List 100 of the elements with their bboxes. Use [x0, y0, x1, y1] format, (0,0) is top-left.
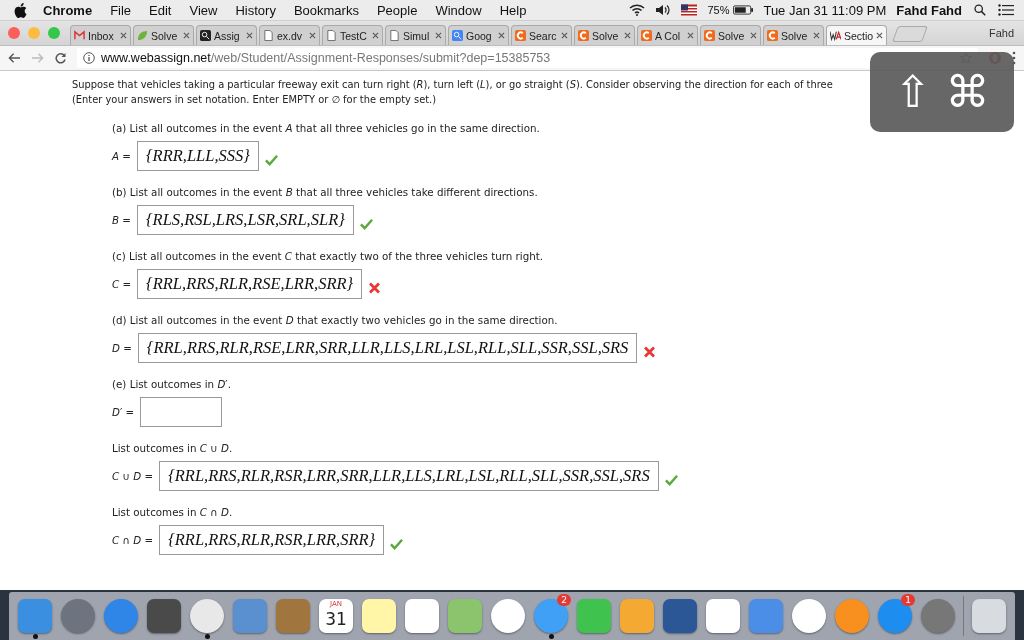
back-icon[interactable] [8, 52, 21, 64]
menu-item[interactable]: Bookmarks [293, 2, 359, 18]
reload-icon[interactable] [54, 52, 67, 64]
answer-label: C ∩ D = [112, 534, 154, 546]
part-prompt: (d) List all outcomes in the event D that exactly two vehicles go in the same direction. [112, 314, 559, 326]
app-icon[interactable] [706, 599, 740, 633]
part-prompt: (e) List outcomes in D′. [112, 378, 232, 390]
magnifier-icon [452, 30, 463, 41]
info-icon [83, 52, 95, 64]
answer-label: C ∪ D = [112, 470, 154, 482]
close-tab-icon[interactable] [120, 32, 127, 39]
document-icon [263, 30, 274, 41]
close-tab-icon[interactable] [876, 32, 884, 39]
zoom-window-button[interactable] [48, 27, 60, 39]
answer-field[interactable]: {RRL,RRS,RLR,RSE,LRR,SRR} [137, 269, 363, 299]
forward-icon[interactable] [31, 52, 44, 64]
close-tab-icon[interactable] [309, 32, 316, 39]
app-icon[interactable] [190, 599, 224, 633]
profile-name[interactable]: Fahd [988, 27, 1014, 39]
browser-tab[interactable]: Solve [763, 25, 824, 45]
apple-icon[interactable] [14, 2, 27, 18]
menu-item[interactable]: Help [499, 2, 527, 18]
new-tab-button[interactable] [892, 26, 928, 42]
question-text: Suppose that vehicles taking a particular freeway exit can turn right (R), turn left (L), or go straight (S). Consider observing the direction for each of three [72, 78, 834, 92]
browser-tab[interactable]: A Col [637, 25, 698, 45]
browser-tab[interactable]: Simul [385, 25, 446, 45]
notification-badge: 2 [557, 594, 571, 606]
wa-logo-icon [830, 30, 841, 41]
part-prompt: List outcomes in C ∩ D. [112, 506, 234, 518]
battery-percent: 75% [707, 4, 730, 16]
answer-field[interactable]: {RRL,RRS,RLR,RSR,LRR,SRR} [159, 525, 385, 555]
wifi-icon[interactable] [629, 4, 646, 16]
close-tab-icon[interactable] [687, 32, 694, 39]
app-icon[interactable] [104, 599, 138, 633]
app-icon[interactable] [147, 599, 181, 633]
close-tab-icon[interactable] [561, 32, 568, 39]
app-icon[interactable] [792, 599, 826, 633]
volume-icon[interactable] [655, 4, 672, 16]
browser-tab[interactable]: Inbox [70, 25, 131, 45]
answer-label: D′ = [112, 406, 135, 418]
leaf-icon [137, 30, 148, 41]
menu-item[interactable]: History [235, 2, 276, 18]
answer-label: A = [112, 150, 131, 162]
calendar-day: 31 [325, 609, 347, 629]
answer-field[interactable]: {RLS,RSL,LRS,LSR,SRL,SLR} [137, 205, 354, 235]
close-tab-icon[interactable] [183, 32, 190, 39]
answer-field[interactable]: {RRR,LLL,SSS} [136, 141, 259, 171]
app-icon[interactable] [972, 599, 1006, 633]
flag-icon[interactable] [681, 4, 698, 16]
search-icon[interactable] [972, 4, 988, 16]
battery-icon[interactable] [733, 5, 754, 15]
browser-tab[interactable]: Solve [133, 25, 194, 45]
answer-field[interactable]: {RRL,RRS,RLR,RSE,LRR,SRR,LLR,LLS,LRL,LSL,RLL,SLL,SSR,SSL,SRS [137, 333, 638, 363]
part-prompt: (b) List all outcomes in the event B that all three vehicles take different directions. [112, 186, 539, 198]
browser-tab[interactable]: ex.dv [259, 25, 320, 45]
shortcut-key: ⌘ [945, 70, 990, 114]
close-window-button[interactable] [8, 27, 20, 39]
menu-item[interactable]: View [189, 2, 218, 18]
close-tab-icon[interactable] [624, 32, 631, 39]
answer-label: B = [112, 214, 131, 226]
document-icon [326, 30, 337, 41]
app-icon[interactable] [835, 599, 869, 633]
browser-tab[interactable]: Solve [700, 25, 761, 45]
menu-item[interactable]: File [110, 2, 132, 18]
address-field[interactable]: www.webassign.net/web/Student/Assignment-Responses/submit?dep=15385753 [77, 48, 978, 68]
answer-field[interactable] [140, 397, 223, 427]
browser-tab[interactable]: Goog [448, 25, 509, 45]
close-tab-icon[interactable] [372, 32, 379, 39]
close-tab-icon[interactable] [813, 32, 820, 39]
close-tab-icon[interactable] [246, 32, 253, 39]
app-icon[interactable] [362, 599, 396, 633]
browser-tab[interactable]: Sectio [826, 25, 887, 45]
list-icon[interactable] [998, 4, 1014, 16]
shortcut-key: ⇧ [894, 70, 932, 114]
answer-label: C = [112, 278, 132, 290]
envelope-icon [74, 30, 85, 41]
question-text: (Enter your answers in set notation. Enter EMPTY or ∅ for the empty set.) [72, 93, 438, 107]
user-name[interactable]: Fahd Fahd [896, 2, 962, 18]
part-prompt: (a) List all outcomes in the event A that all three vehicles go in the same direction. [112, 122, 541, 134]
answer-field[interactable]: {RRL,RRS,RLR,RSR,LRR,SRR,LLR,LLS,LRL,LSL,RLL,SLL,SSR,SSL,SRS [159, 461, 659, 491]
menu-item[interactable]: Window [435, 2, 482, 18]
app-icon[interactable] [405, 599, 439, 633]
browser-tab[interactable]: TestC [322, 25, 383, 45]
menu-item[interactable]: Edit [149, 2, 172, 18]
app-icon[interactable] [491, 599, 525, 633]
app-icon[interactable] [921, 599, 955, 633]
close-tab-icon[interactable] [435, 32, 442, 39]
menu-app-name[interactable]: Chrome [43, 2, 93, 18]
part-prompt: List outcomes in C ∪ D. [112, 442, 234, 454]
notification-badge: 1 [901, 594, 915, 606]
app-icon[interactable] [61, 599, 95, 633]
close-tab-icon[interactable] [750, 32, 757, 39]
close-tab-icon[interactable] [498, 32, 505, 39]
browser-tab[interactable]: Assig [196, 25, 257, 45]
document-icon [389, 30, 400, 41]
browser-tab[interactable]: Solve [574, 25, 635, 45]
browser-tab[interactable]: Searc [511, 25, 572, 45]
menu-clock[interactable]: Tue Jan 31 11:09 PM [763, 2, 887, 18]
app-icon[interactable] [663, 599, 697, 633]
menu-item[interactable]: People [376, 2, 418, 18]
